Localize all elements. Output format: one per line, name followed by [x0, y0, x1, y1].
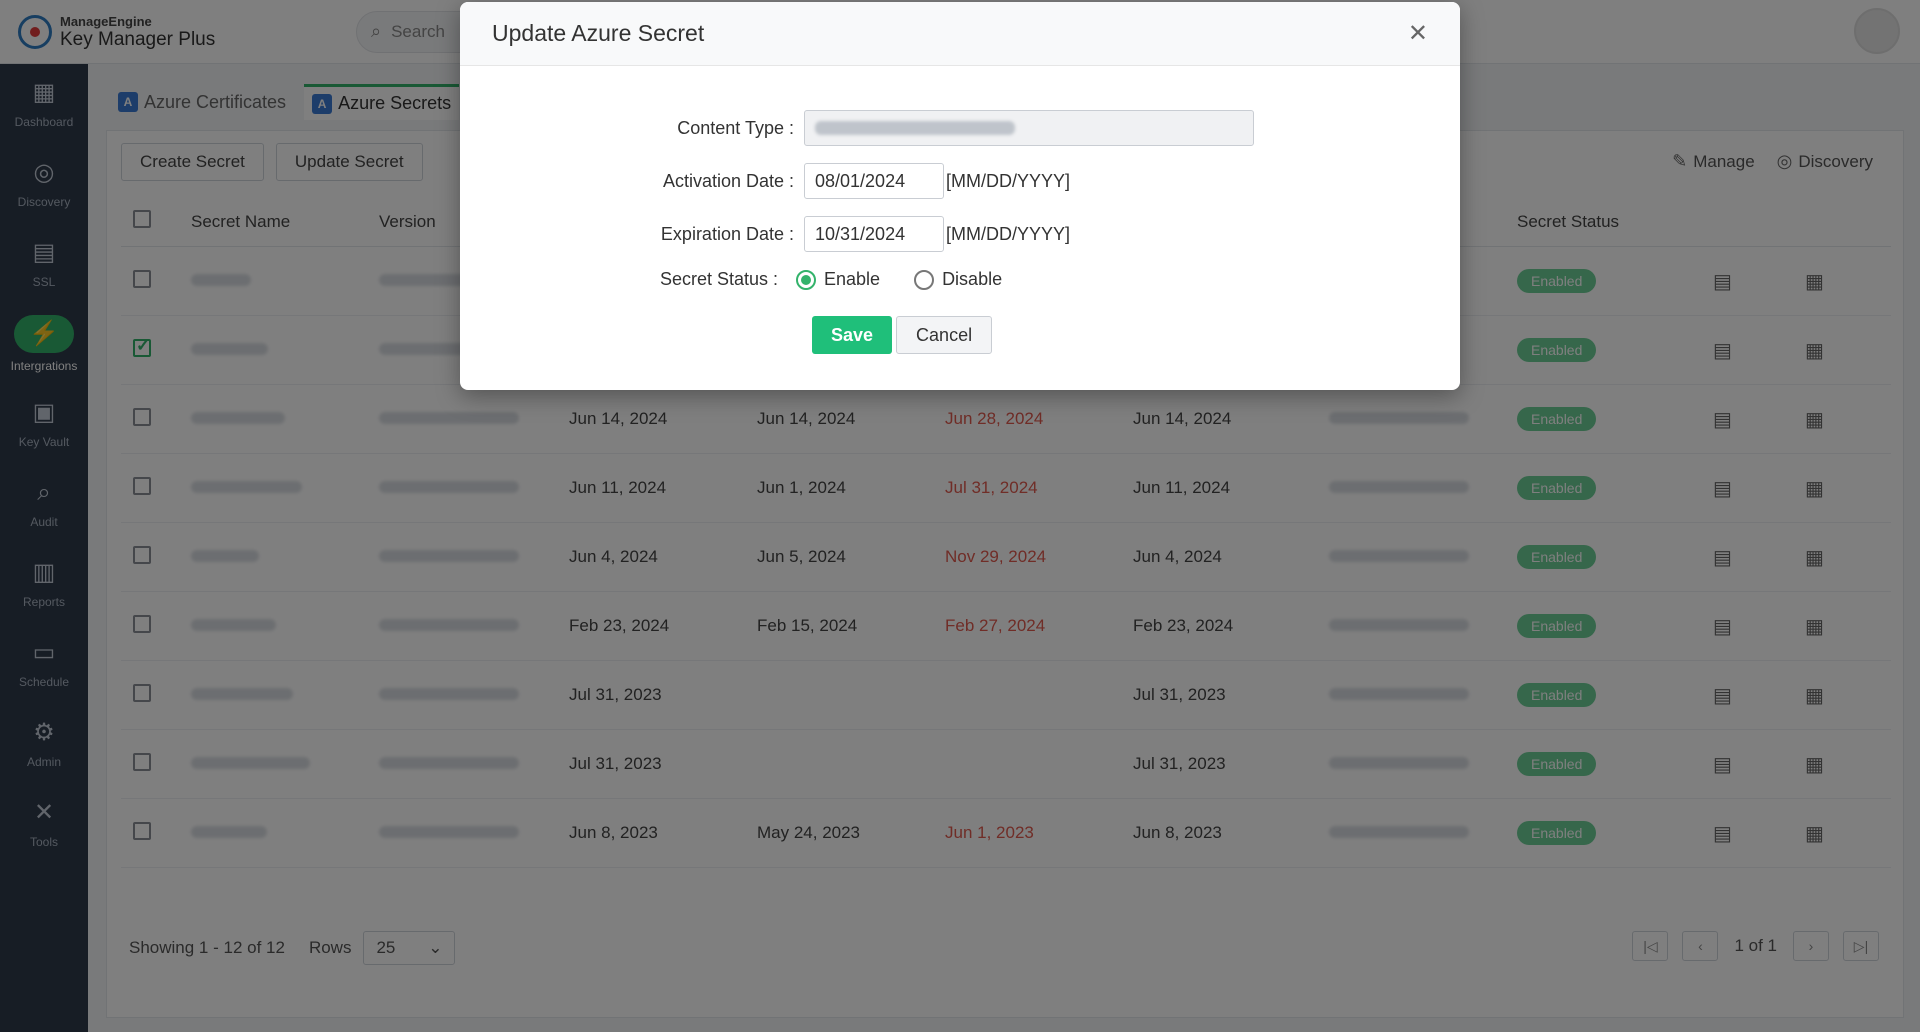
save-button[interactable]: Save — [812, 316, 893, 354]
secret-status-label: Secret Status : — [659, 269, 778, 289]
enable-label: Enable — [824, 269, 881, 289]
disable-radio-dot — [914, 269, 935, 290]
disable-label: Disable — [942, 269, 1003, 289]
content-type-field[interactable] — [804, 110, 1254, 146]
secret-status-row: Secret Status : Enable Disable — [460, 269, 1036, 290]
expiration-date-label: Expiration Date : — [660, 223, 794, 244]
enable-radio-dot — [796, 269, 816, 290]
update-azure-secret-dialog: Update Azure Secret ✕ Content Type : Act… — [460, 2, 1460, 390]
activation-date-label: Activation Date : — [662, 170, 794, 191]
expiration-date-format: [MM/DD/YYYY] — [946, 223, 1071, 244]
expiration-date-input[interactable] — [804, 216, 944, 252]
dialog-buttons: Save Cancel — [812, 316, 993, 354]
activation-date-input[interactable] — [804, 163, 944, 199]
content-type-label: Content Type : — [677, 117, 794, 138]
close-icon[interactable]: ✕ — [1408, 19, 1428, 48]
redacted-content-type — [815, 121, 1015, 135]
dialog-title: Update Azure Secret — [492, 20, 705, 46]
activation-date-row: Activation Date : [MM/DD/YYYY] — [460, 163, 1070, 199]
activation-date-format: [MM/DD/YYYY] — [946, 170, 1071, 191]
expiration-date-row: Expiration Date : [MM/DD/YYYY] — [460, 216, 1070, 252]
content-type-row: Content Type : — [460, 110, 1254, 146]
dialog-header: Update Azure Secret ✕ — [460, 2, 1460, 66]
disable-radio[interactable]: Disable — [914, 269, 1002, 290]
enable-radio[interactable]: Enable — [796, 269, 880, 290]
cancel-button[interactable]: Cancel — [896, 316, 993, 354]
